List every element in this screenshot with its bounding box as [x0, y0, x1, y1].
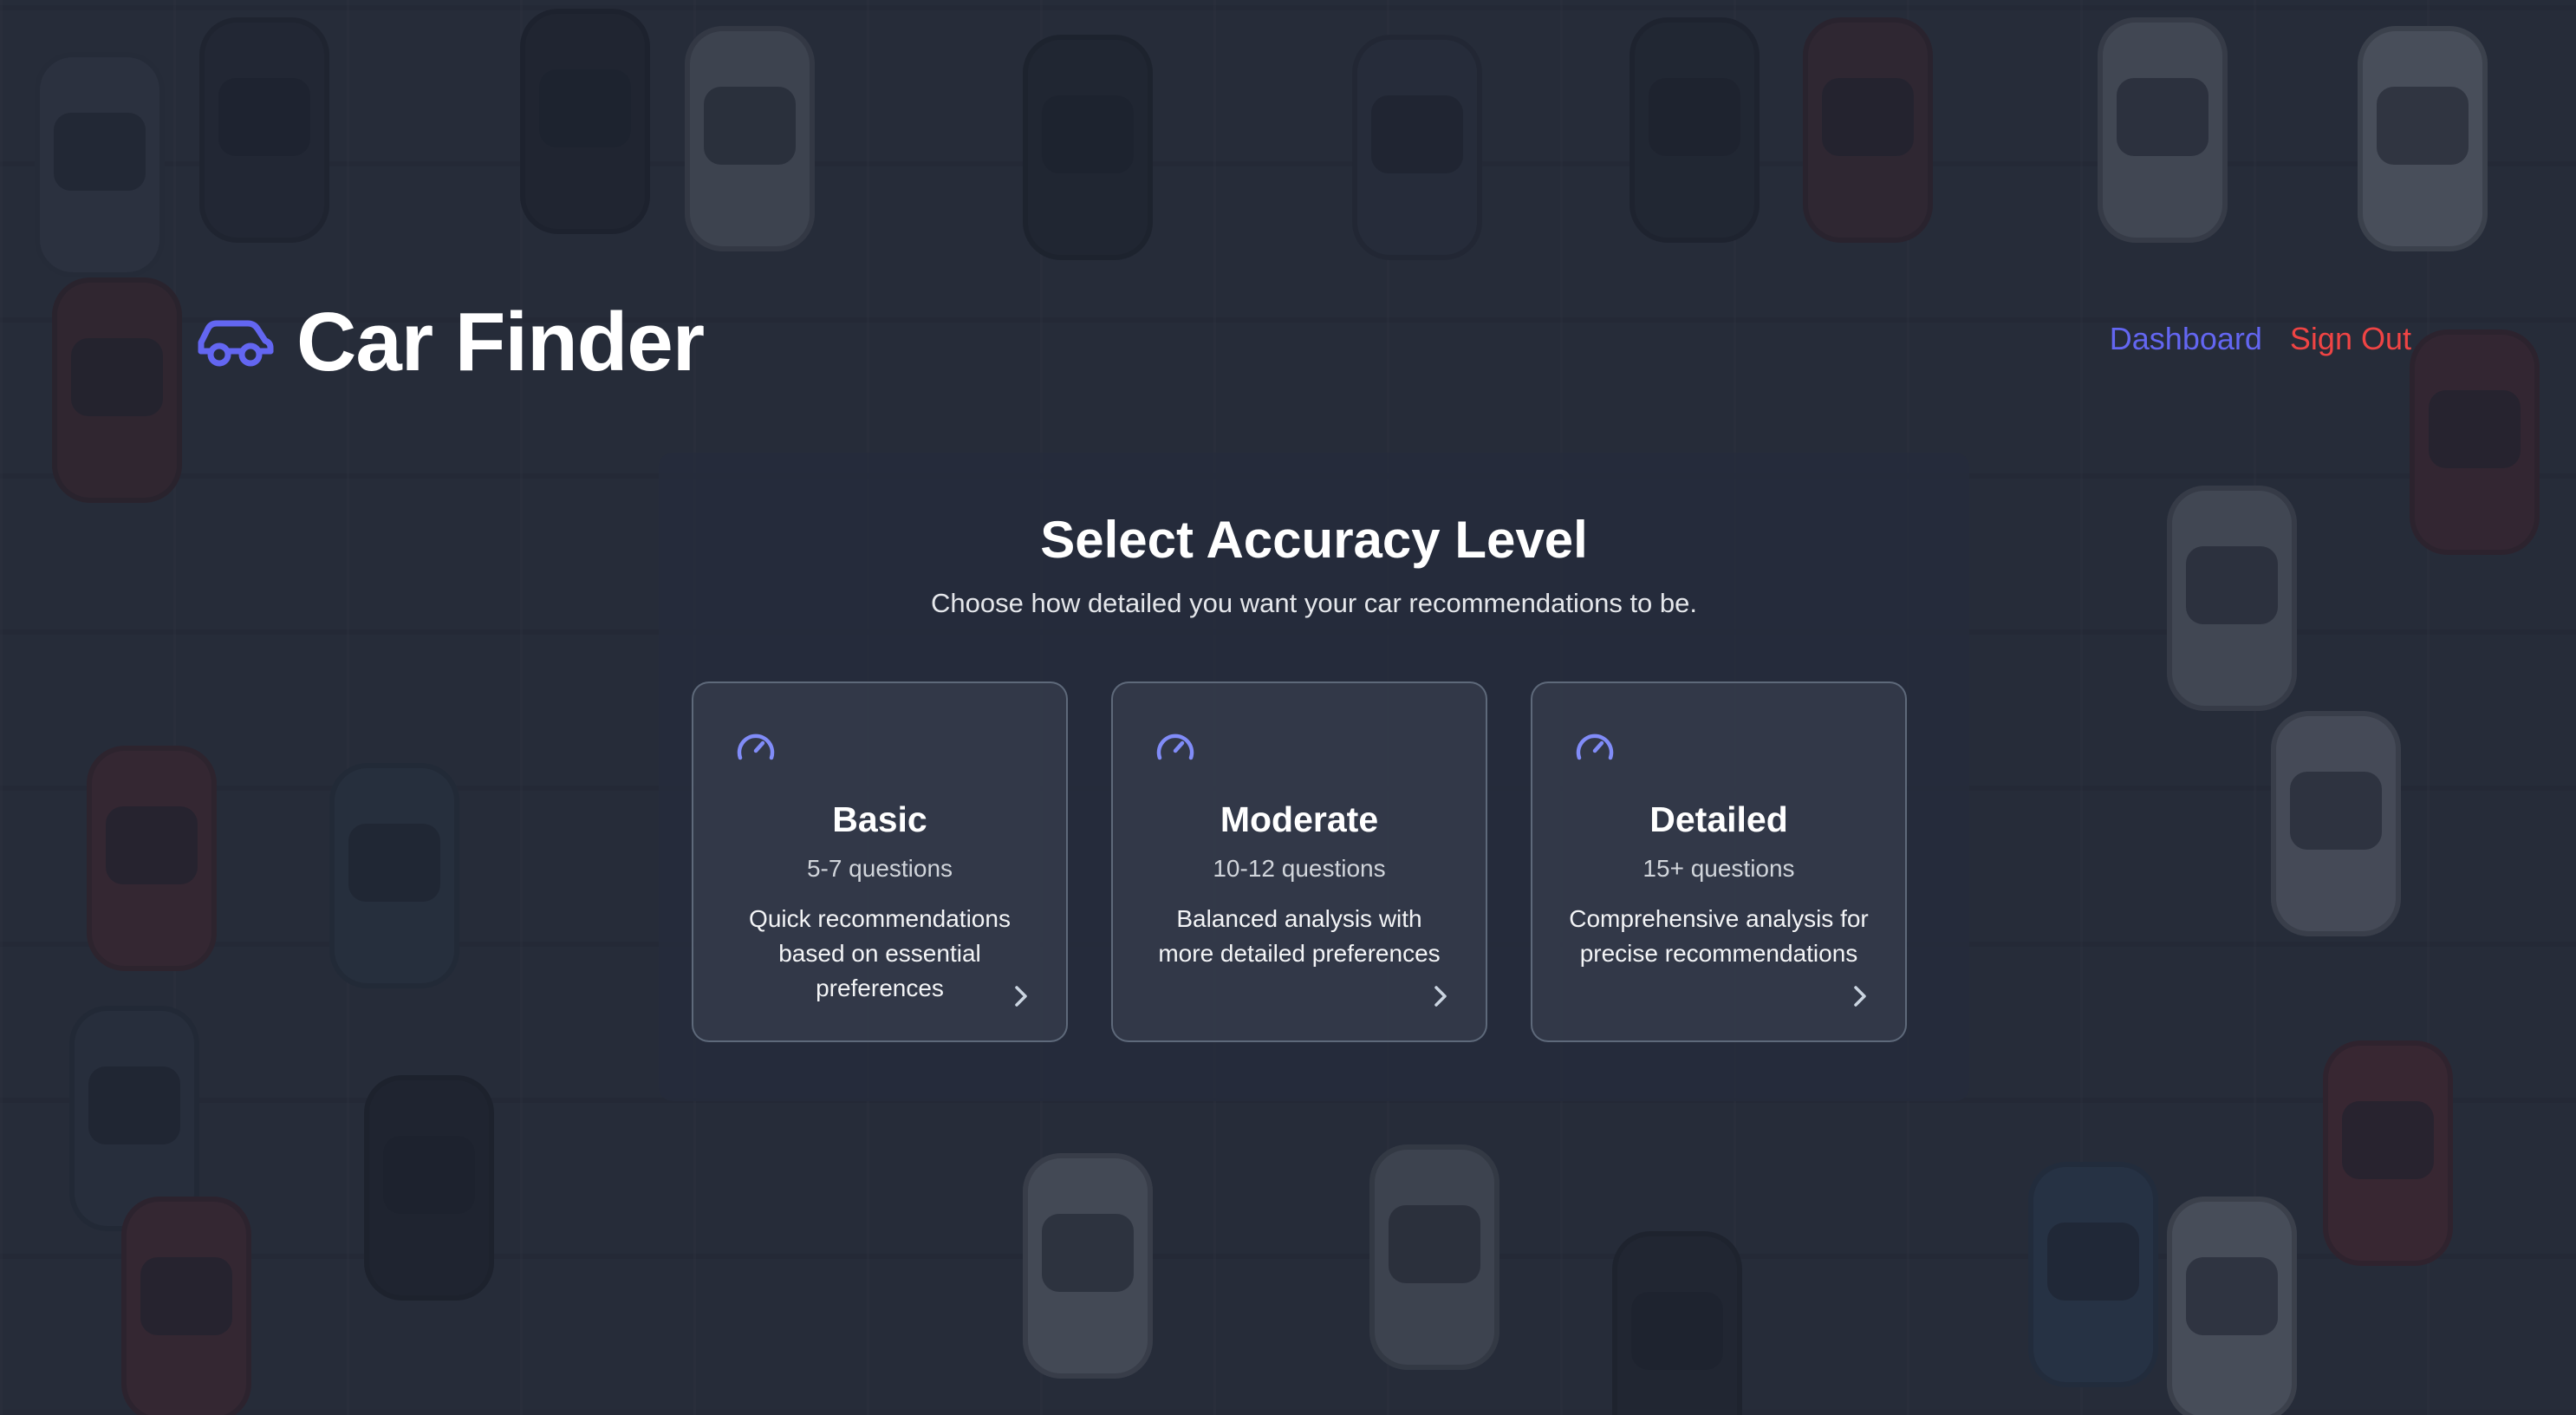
card-question-count: 15+ questions: [1643, 855, 1795, 882]
accuracy-card-basic[interactable]: Basic 5-7 questions Quick recommendation…: [692, 681, 1068, 1042]
chevron-right-icon: [1434, 986, 1447, 1007]
accuracy-level-panel: Select Accuracy Level Choose how detaile…: [659, 453, 1969, 1101]
page-subtitle: Choose how detailed you want your car re…: [931, 588, 1697, 618]
sign-out-link[interactable]: Sign Out: [2290, 321, 2411, 357]
chevron-right-icon: [1015, 986, 1027, 1007]
card-question-count: 5-7 questions: [806, 855, 953, 882]
accuracy-card-detailed[interactable]: Detailed 15+ questions Comprehensive ana…: [1531, 681, 1907, 1042]
card-description: Quick recommendations based on essential…: [749, 905, 1011, 1001]
chevron-right-icon: [1854, 986, 1866, 1007]
card-title: Moderate: [1220, 799, 1379, 839]
car-icon: [198, 320, 274, 367]
gauge-icon: [737, 734, 775, 760]
page-title: Select Accuracy Level: [1040, 511, 1588, 569]
card-description: Comprehensive analysis for precise recom…: [1569, 905, 1869, 967]
card-question-count: 10-12 questions: [1213, 855, 1386, 882]
header-brand: Car Finder: [194, 295, 705, 390]
brand-title: Car Finder: [296, 296, 705, 388]
card-description: Balanced analysis with more detailed pre…: [1158, 905, 1441, 967]
accuracy-card-moderate[interactable]: Moderate 10-12 questions Balanced analys…: [1111, 681, 1487, 1042]
gauge-icon: [1156, 734, 1194, 760]
gauge-icon: [1576, 734, 1614, 760]
card-title: Detailed: [1649, 799, 1788, 839]
dashboard-link[interactable]: Dashboard: [2110, 321, 2262, 357]
top-nav: Dashboard Sign Out: [2110, 321, 2411, 357]
card-title: Basic: [832, 799, 927, 839]
accuracy-options: Basic 5-7 questions Quick recommendation…: [692, 681, 1907, 1042]
